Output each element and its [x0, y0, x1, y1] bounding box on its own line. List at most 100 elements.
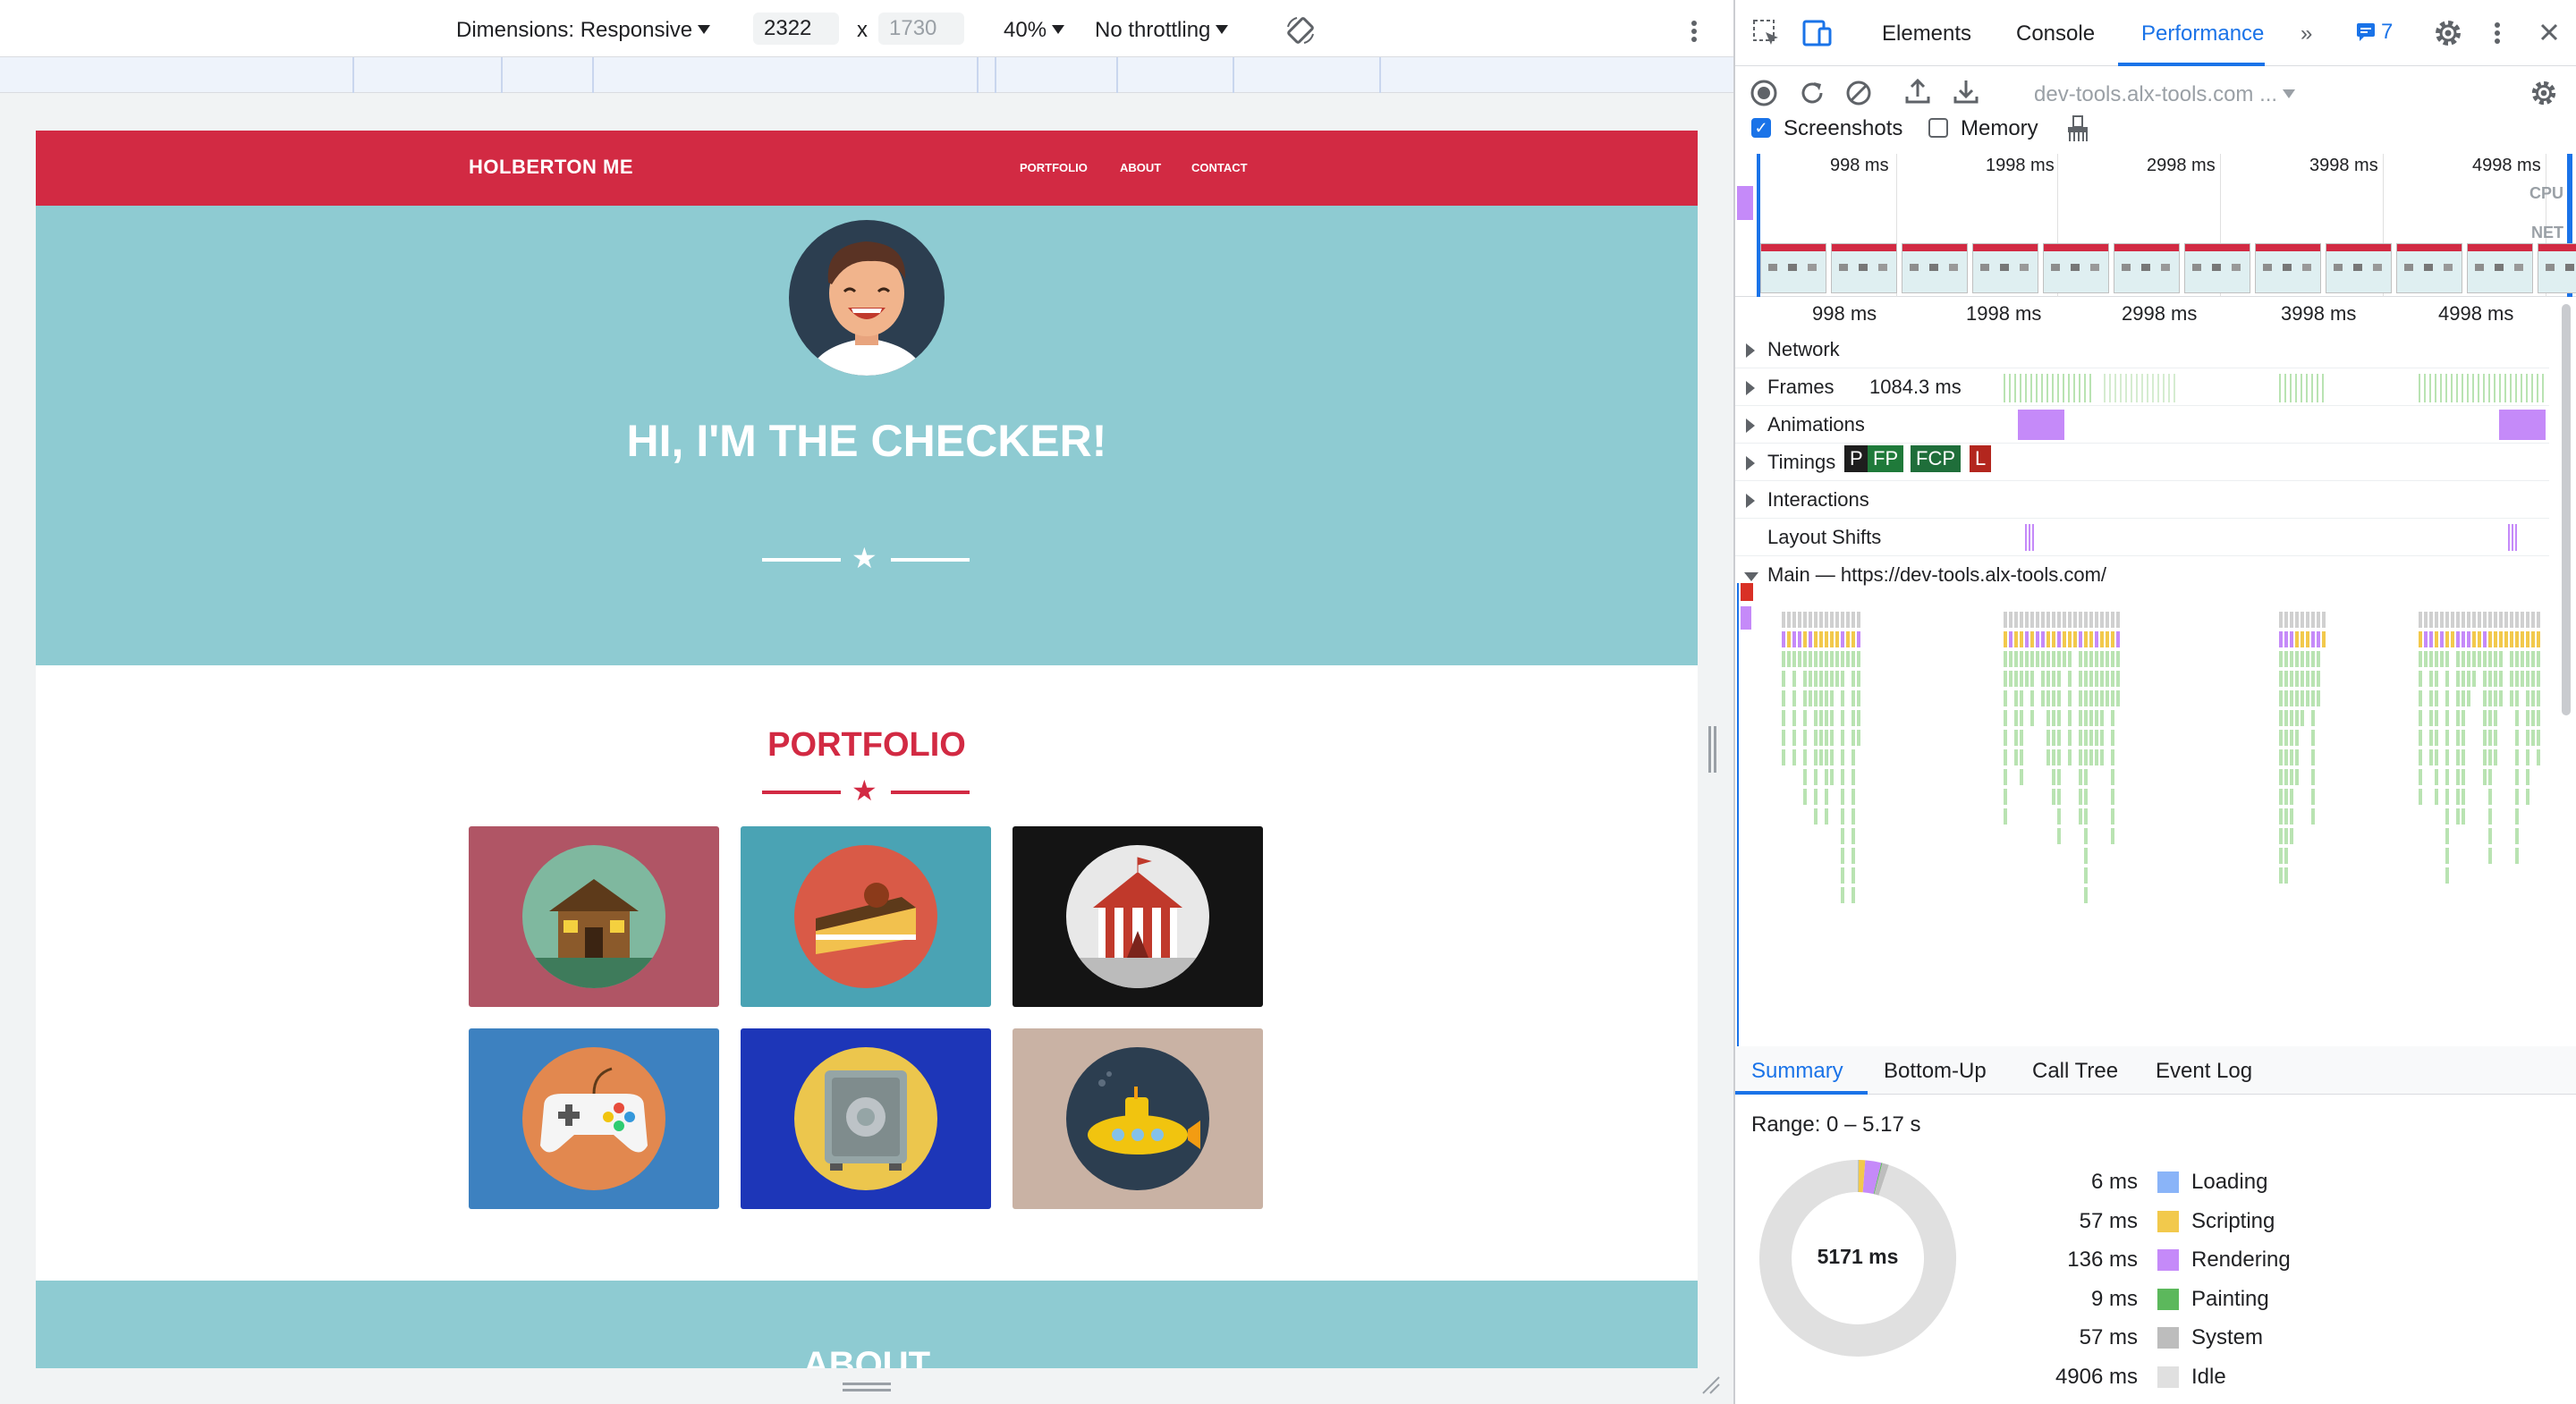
flame-event[interactable] — [2429, 671, 2433, 687]
flame-event[interactable] — [2004, 749, 2007, 765]
flame-event[interactable] — [2279, 808, 2283, 825]
flame-event[interactable] — [2478, 631, 2481, 647]
flame-event[interactable] — [2295, 749, 2299, 765]
flame-event[interactable] — [2046, 710, 2050, 726]
flame-event[interactable] — [2526, 671, 2529, 687]
flame-event[interactable] — [2515, 631, 2519, 647]
flame-event[interactable] — [2456, 808, 2460, 825]
flame-event[interactable] — [2095, 671, 2098, 687]
flame-event[interactable] — [2057, 690, 2061, 706]
flame-event[interactable] — [1825, 631, 1828, 647]
flame-event[interactable] — [2531, 631, 2535, 647]
flame-event[interactable] — [2483, 651, 2487, 667]
flame-event[interactable] — [2284, 828, 2288, 844]
filmstrip-screenshot[interactable] — [2326, 243, 2392, 293]
flame-event[interactable] — [2494, 710, 2497, 726]
flame-event[interactable] — [2515, 710, 2519, 726]
flame-event[interactable] — [2499, 612, 2503, 628]
flame-event[interactable] — [1819, 690, 1823, 706]
flame-event[interactable] — [2046, 612, 2050, 628]
filmstrip-screenshot[interactable] — [1831, 243, 1897, 293]
flame-event[interactable] — [2317, 631, 2320, 647]
flame-event[interactable] — [2456, 710, 2460, 726]
flame-event[interactable] — [2100, 690, 2104, 706]
flame-event[interactable] — [1852, 749, 1855, 765]
flame-event[interactable] — [2488, 651, 2492, 667]
flame-event[interactable] — [1819, 671, 1823, 687]
filmstrip-screenshot[interactable] — [2467, 243, 2533, 293]
flame-event[interactable] — [2306, 631, 2309, 647]
flame-event[interactable] — [1803, 749, 1807, 765]
flame-event[interactable] — [2052, 651, 2055, 667]
flame-event[interactable] — [2111, 730, 2114, 746]
nav-link-about[interactable]: ABOUT — [1120, 161, 1161, 174]
flame-event[interactable] — [1814, 631, 1818, 647]
flame-event[interactable] — [2079, 690, 2082, 706]
flame-event[interactable] — [2068, 749, 2072, 765]
flame-event[interactable] — [2435, 710, 2438, 726]
flame-event[interactable] — [2295, 690, 2299, 706]
flame-event[interactable] — [2030, 651, 2034, 667]
flame-event[interactable] — [1792, 690, 1796, 706]
flame-event[interactable] — [2057, 631, 2061, 647]
flame-event[interactable] — [2025, 631, 2029, 647]
flame-event[interactable] — [2057, 671, 2061, 687]
flame-event[interactable] — [2100, 749, 2104, 765]
flame-event[interactable] — [2084, 749, 2088, 765]
flame-event[interactable] — [2478, 651, 2481, 667]
flame-event[interactable] — [2301, 631, 2304, 647]
flame-event[interactable] — [2510, 690, 2513, 706]
flame-event[interactable] — [1841, 769, 1844, 785]
flame-event[interactable] — [2106, 651, 2109, 667]
flame-event[interactable] — [2084, 710, 2088, 726]
flame-event[interactable] — [2445, 828, 2449, 844]
resize-handle-horizontal[interactable] — [843, 1383, 891, 1395]
flame-event[interactable] — [2290, 651, 2293, 667]
flame-event[interactable] — [2462, 808, 2465, 825]
flame-event[interactable] — [1852, 730, 1855, 746]
flame-event[interactable] — [2494, 612, 2497, 628]
track-animations[interactable]: Animations — [1735, 406, 2549, 444]
flame-event[interactable] — [2537, 651, 2540, 667]
flame-event[interactable] — [1825, 710, 1828, 726]
flame-event[interactable] — [2025, 612, 2029, 628]
flame-event[interactable] — [2095, 749, 2098, 765]
flame-event[interactable] — [2483, 671, 2487, 687]
flame-event[interactable] — [2052, 749, 2055, 765]
flame-event[interactable] — [1809, 651, 1812, 667]
flame-event[interactable] — [2295, 671, 2299, 687]
flame-event[interactable] — [2462, 749, 2465, 765]
flame-event[interactable] — [2295, 710, 2299, 726]
flame-event[interactable] — [2279, 769, 2283, 785]
flame-event[interactable] — [2089, 651, 2093, 667]
filmstrip-screenshot[interactable] — [2538, 243, 2576, 293]
flame-event[interactable] — [1852, 612, 1855, 628]
flame-event[interactable] — [2515, 808, 2519, 825]
flame-event[interactable] — [2445, 612, 2449, 628]
flame-event[interactable] — [2089, 749, 2093, 765]
flame-event[interactable] — [2317, 690, 2320, 706]
flame-event[interactable] — [1782, 612, 1785, 628]
zoom-select[interactable]: 40% — [1004, 18, 1065, 43]
portfolio-item-submarine[interactable] — [1013, 1028, 1263, 1209]
flame-event[interactable] — [2290, 789, 2293, 805]
resize-handle-vertical[interactable] — [1708, 726, 1717, 773]
flame-event[interactable] — [2014, 749, 2018, 765]
height-input[interactable]: 1730 — [878, 13, 964, 45]
flame-event[interactable] — [2429, 690, 2433, 706]
flame-event[interactable] — [2052, 612, 2055, 628]
flame-event[interactable] — [1852, 848, 1855, 864]
flame-event[interactable] — [2111, 789, 2114, 805]
flame-event[interactable] — [2317, 612, 2320, 628]
flame-event[interactable] — [2537, 631, 2540, 647]
flame-event[interactable] — [2030, 671, 2034, 687]
flame-event[interactable] — [2111, 808, 2114, 825]
flame-event[interactable] — [2515, 690, 2519, 706]
flame-event[interactable] — [2084, 730, 2088, 746]
flame-event[interactable] — [2057, 730, 2061, 746]
site-brand[interactable]: HOLBERTON ME — [469, 156, 633, 179]
flame-event[interactable] — [2456, 690, 2460, 706]
flame-event[interactable] — [2279, 671, 2283, 687]
flame-event[interactable] — [1841, 867, 1844, 884]
flame-event[interactable] — [2063, 631, 2066, 647]
